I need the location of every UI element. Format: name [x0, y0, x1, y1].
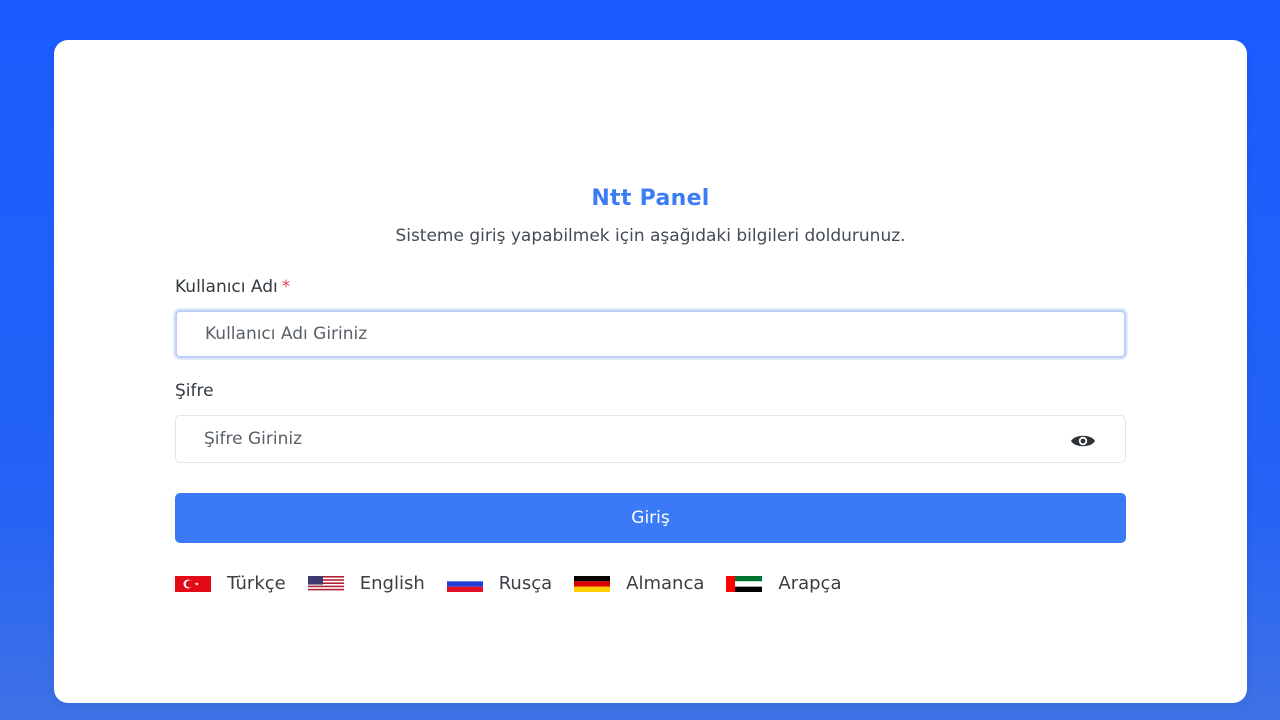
- usa-flag-icon: [307, 575, 344, 592]
- login-card: Ntt Panel Sisteme giriş yapabilmek için …: [54, 40, 1247, 703]
- page-title: Ntt Panel: [591, 186, 710, 211]
- language-label: Almanca: [626, 573, 705, 594]
- language-english[interactable]: English: [307, 573, 425, 594]
- language-selector: Türkçe English Rusça Almanca Arapça: [175, 573, 863, 594]
- germany-flag-icon: [574, 575, 611, 592]
- password-label: Şifre: [175, 381, 214, 401]
- language-label: Rusça: [498, 573, 553, 594]
- language-label: English: [359, 573, 425, 594]
- turkey-flag-icon: [175, 575, 211, 592]
- username-input[interactable]: [175, 310, 1126, 358]
- russia-flag-icon: [446, 575, 483, 592]
- language-turkish[interactable]: Türkçe: [175, 573, 286, 594]
- language-arabic[interactable]: Arapça: [726, 573, 841, 594]
- language-russian[interactable]: Rusça: [446, 573, 553, 594]
- language-label: Arapça: [778, 573, 842, 594]
- language-label: Türkçe: [227, 573, 286, 594]
- language-german[interactable]: Almanca: [574, 573, 704, 594]
- uae-flag-icon: [726, 575, 763, 592]
- required-mark: *: [281, 277, 291, 297]
- login-button[interactable]: Giriş: [175, 493, 1126, 543]
- username-label-text: Kullanıcı Adı: [175, 277, 278, 297]
- password-input[interactable]: [175, 415, 1126, 463]
- page-subtitle: Sisteme giriş yapabilmek için aşağıdaki …: [395, 226, 906, 246]
- username-label: Kullanıcı Adı *: [175, 277, 290, 297]
- eye-icon[interactable]: [1070, 432, 1096, 450]
